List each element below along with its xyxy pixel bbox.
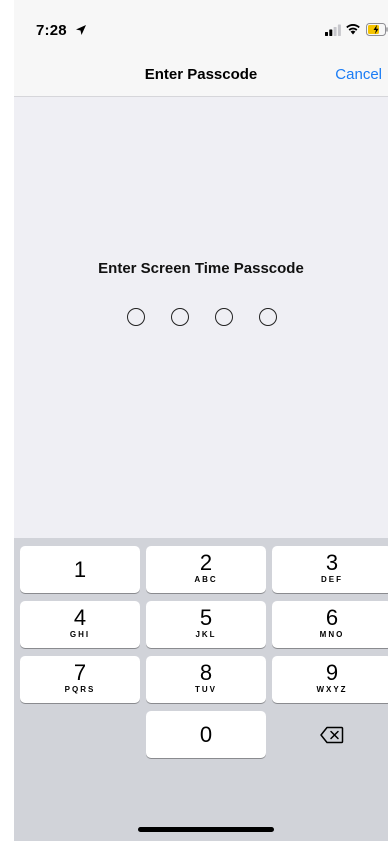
key-7[interactable]: 7 PQRS <box>20 656 140 703</box>
key-number: 9 <box>325 660 339 685</box>
passcode-dot <box>259 308 277 326</box>
key-letters: DEF <box>321 575 343 584</box>
passcode-prompt: Enter Screen Time Passcode <box>98 260 304 277</box>
key-4[interactable]: 4 GHI <box>20 601 140 648</box>
key-3[interactable]: 3 DEF <box>272 546 388 593</box>
key-number: 5 <box>199 605 213 630</box>
home-indicator[interactable] <box>138 827 274 832</box>
numeric-keypad: 1 2 ABC 3 DEF 4 GHI 5 JKL 6 MNO 7 PQRS 8… <box>14 538 388 841</box>
key-letters: JKL <box>195 630 217 639</box>
key-number: 7 <box>73 660 87 685</box>
nav-title: Enter Passcode <box>144 66 258 83</box>
battery-charging-icon <box>366 23 388 36</box>
passcode-screen: 7:28 Enter Passcode Cancel Enter Screen … <box>14 0 388 841</box>
key-8[interactable]: 8 TUV <box>146 656 266 703</box>
key-5[interactable]: 5 JKL <box>146 601 266 648</box>
key-letters: TUV <box>195 685 217 694</box>
status-bar: 7:28 <box>14 0 388 56</box>
wifi-icon <box>346 24 360 35</box>
cellular-signal-icon <box>325 24 341 36</box>
key-6[interactable]: 6 MNO <box>272 601 388 648</box>
key-number: 0 <box>199 722 213 747</box>
key-1[interactable]: 1 <box>20 546 140 593</box>
key-9[interactable]: 9 WXYZ <box>272 656 388 703</box>
location-arrow-icon <box>76 25 86 35</box>
delete-button[interactable] <box>272 711 388 758</box>
navigation-bar: Enter Passcode Cancel <box>14 56 388 97</box>
key-2[interactable]: 2 ABC <box>146 546 266 593</box>
passcode-dots <box>127 308 277 330</box>
key-letters: PQRS <box>64 685 96 694</box>
key-number: 8 <box>199 660 213 685</box>
key-number: 1 <box>73 557 87 582</box>
status-time: 7:28 <box>36 22 67 39</box>
key-letters: WXYZ <box>316 685 348 694</box>
key-number: 2 <box>199 550 213 575</box>
key-letters: ABC <box>194 575 218 584</box>
passcode-dot <box>127 308 145 326</box>
key-0[interactable]: 0 <box>146 711 266 758</box>
passcode-dot <box>215 308 233 326</box>
key-letters: GHI <box>69 630 91 639</box>
passcode-dot <box>171 308 189 326</box>
delete-backspace-icon <box>320 726 344 744</box>
key-number: 6 <box>325 605 339 630</box>
cancel-button[interactable]: Cancel <box>335 66 382 83</box>
key-number: 4 <box>73 605 87 630</box>
key-number: 3 <box>325 550 339 575</box>
key-letters: MNO <box>319 630 345 639</box>
